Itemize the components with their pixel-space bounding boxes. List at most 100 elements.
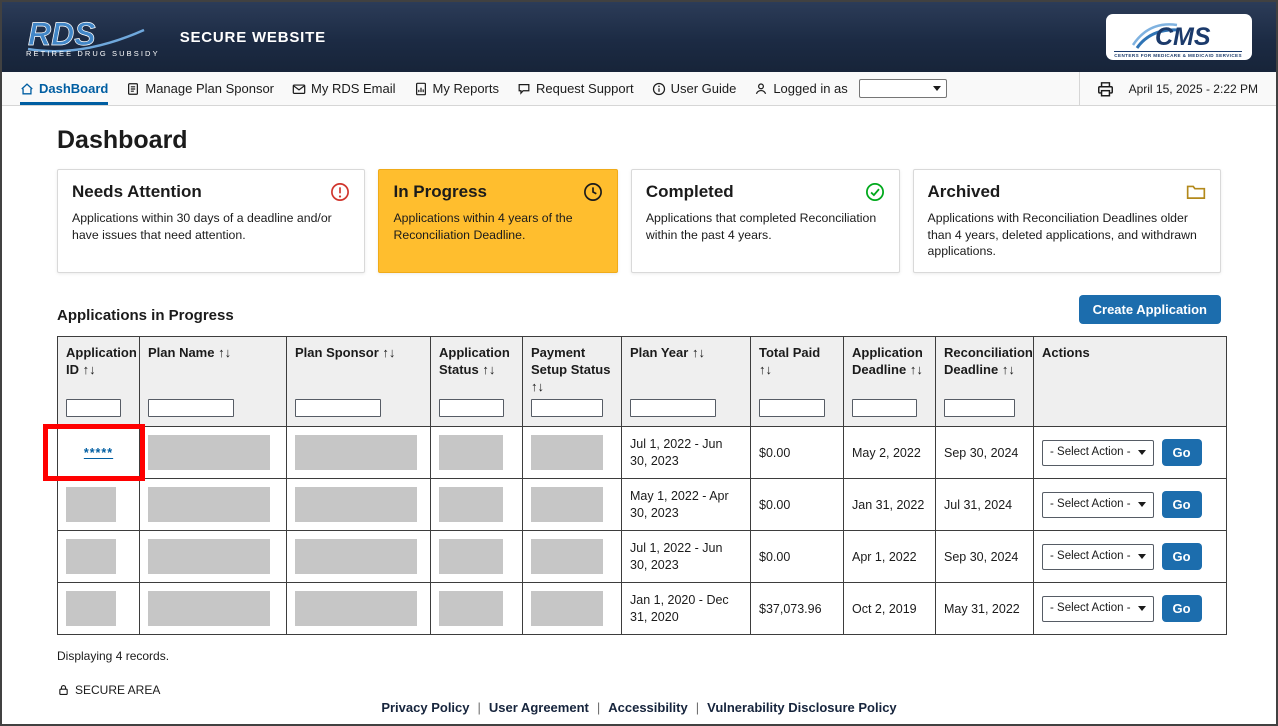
column-header-application-id[interactable]: Application ID ↑↓ (58, 336, 140, 397)
cell-plan-name (140, 583, 287, 635)
column-header-reconciliation-deadline[interactable]: Reconciliation Deadline ↑↓ (936, 336, 1034, 397)
action-select-value: - Select Action - (1050, 445, 1131, 461)
filter-reconciliation-deadline-input[interactable] (944, 399, 1015, 417)
alert-icon (330, 182, 350, 202)
go-button[interactable]: Go (1162, 439, 1202, 466)
sort-icon[interactable]: ↑↓ (218, 345, 231, 360)
nav-item-label: My Reports (433, 81, 499, 96)
cell-application-id: ***** (58, 427, 140, 479)
go-button[interactable]: Go (1162, 491, 1202, 518)
column-header-plan-name[interactable]: Plan Name ↑↓ (140, 336, 287, 397)
redacted-value (439, 591, 503, 626)
footer-link-user-agreement[interactable]: User Agreement (489, 700, 589, 715)
filter-application-id-input[interactable] (66, 399, 121, 417)
rds-logo-text: RDS (28, 16, 96, 52)
card-completed[interactable]: Completed Applications that completed Re… (631, 169, 900, 273)
redacted-value (295, 591, 417, 626)
cms-logo-icon: CMS (1129, 17, 1227, 53)
secure-area: SECURE AREA (57, 683, 1221, 695)
cell-actions: - Select Action - Go (1034, 427, 1227, 479)
sort-icon[interactable]: ↑↓ (482, 362, 495, 377)
column-header-actions: Actions (1034, 336, 1227, 397)
applications-table: Application ID ↑↓ Plan Name ↑↓ Plan Spon… (57, 336, 1227, 636)
info-icon (652, 82, 666, 96)
section-heading: Applications in Progress (57, 307, 234, 324)
filter-payment-setup-status-input[interactable] (531, 399, 603, 417)
cell-plan-sponsor (287, 531, 431, 583)
card-needs-attention[interactable]: Needs Attention Applications within 30 d… (57, 169, 365, 273)
filter-total-paid-input[interactable] (759, 399, 825, 417)
sort-icon[interactable]: ↑↓ (692, 345, 705, 360)
cell-actions: - Select Action - Go (1034, 531, 1227, 583)
column-header-application-status[interactable]: Application Status ↑↓ (431, 336, 523, 397)
filter-plan-year-input[interactable] (630, 399, 716, 417)
action-select[interactable]: - Select Action - (1042, 440, 1154, 466)
printer-icon[interactable] (1096, 80, 1115, 98)
folder-icon (1186, 182, 1206, 202)
action-select[interactable]: - Select Action - (1042, 596, 1154, 622)
action-select[interactable]: - Select Action - (1042, 544, 1154, 570)
footer-link-privacy-policy[interactable]: Privacy Policy (381, 700, 469, 715)
footer-link-accessibility[interactable]: Accessibility (608, 700, 688, 715)
filter-plan-name-input[interactable] (148, 399, 234, 417)
go-button[interactable]: Go (1162, 595, 1202, 622)
filter-application-deadline-input[interactable] (852, 399, 917, 417)
create-application-button[interactable]: Create Application (1079, 295, 1221, 324)
redacted-value (439, 435, 503, 470)
cell-reconciliation-deadline: Sep 30, 2024 (936, 531, 1034, 583)
filter-application-status-input[interactable] (439, 399, 504, 417)
nav-item-request-support[interactable]: Request Support (517, 72, 634, 105)
filter-plan-sponsor-input[interactable] (295, 399, 381, 417)
card-in-progress[interactable]: In Progress Applications within 4 years … (378, 169, 617, 273)
footer-separator: | (478, 700, 481, 715)
envelope-icon (292, 82, 306, 96)
rds-logo-subtitle: RETIREE DRUG SUBSIDY (26, 50, 160, 58)
sort-icon[interactable]: ↑↓ (1002, 362, 1015, 377)
cell-total-paid: $37,073.96 (751, 583, 844, 635)
cell-application-status (431, 427, 523, 479)
cms-tagline: CENTERS FOR MEDICARE & MEDICAID SERVICES (1114, 51, 1242, 58)
records-count-note: Displaying 4 records. (57, 649, 1221, 663)
sort-icon[interactable]: ↑↓ (759, 362, 772, 377)
nav-item-my-reports[interactable]: My Reports (414, 72, 499, 105)
column-label: Application Status (439, 345, 510, 377)
cell-total-paid: $0.00 (751, 479, 844, 531)
caret-down-icon (1138, 606, 1146, 611)
sort-icon[interactable]: ↑↓ (910, 362, 923, 377)
cell-application-status (431, 531, 523, 583)
column-header-plan-year[interactable]: Plan Year ↑↓ (622, 336, 751, 397)
redacted-value (439, 539, 503, 574)
sort-icon[interactable]: ↑↓ (83, 362, 96, 377)
column-header-total-paid[interactable]: Total Paid ↑↓ (751, 336, 844, 397)
nav-item-label: Manage Plan Sponsor (145, 81, 274, 96)
action-select[interactable]: - Select Action - (1042, 492, 1154, 518)
go-button[interactable]: Go (1162, 543, 1202, 570)
redacted-value (531, 435, 603, 470)
redacted-value (531, 591, 603, 626)
nav-item-label: DashBoard (39, 81, 108, 96)
sort-icon[interactable]: ↑↓ (382, 345, 395, 360)
cell-payment-setup-status (523, 479, 622, 531)
nav-item-dashboard[interactable]: DashBoard (20, 72, 108, 105)
cell-application-id (58, 479, 140, 531)
application-id-link[interactable]: ***** (84, 446, 113, 460)
card-archived[interactable]: Archived Applications with Reconciliatio… (913, 169, 1221, 273)
column-header-application-deadline[interactable]: Application Deadline ↑↓ (844, 336, 936, 397)
nav-item-label: My RDS Email (311, 81, 396, 96)
check-icon (865, 182, 885, 202)
nav-item-my-rds-email[interactable]: My RDS Email (292, 72, 396, 105)
column-header-plan-sponsor[interactable]: Plan Sponsor ↑↓ (287, 336, 431, 397)
footer-link-vulnerability-disclosure-policy[interactable]: Vulnerability Disclosure Policy (707, 700, 897, 715)
cell-payment-setup-status (523, 427, 622, 479)
nav-item-manage-plan-sponsor[interactable]: Manage Plan Sponsor (126, 72, 274, 105)
sort-icon[interactable]: ↑↓ (531, 379, 544, 394)
logged-in-user-select[interactable] (859, 79, 947, 98)
cms-logo: CMS CENTERS FOR MEDICARE & MEDICAID SERV… (1106, 14, 1252, 60)
redacted-value (295, 435, 417, 470)
report-icon (414, 82, 428, 96)
column-header-payment-setup-status[interactable]: Payment Setup Status ↑↓ (523, 336, 622, 397)
column-label: Actions (1042, 345, 1090, 360)
datetime: April 15, 2025 - 2:22 PM (1129, 82, 1258, 96)
nav-item-user-guide[interactable]: User Guide (652, 72, 737, 105)
cell-application-deadline: Apr 1, 2022 (844, 531, 936, 583)
